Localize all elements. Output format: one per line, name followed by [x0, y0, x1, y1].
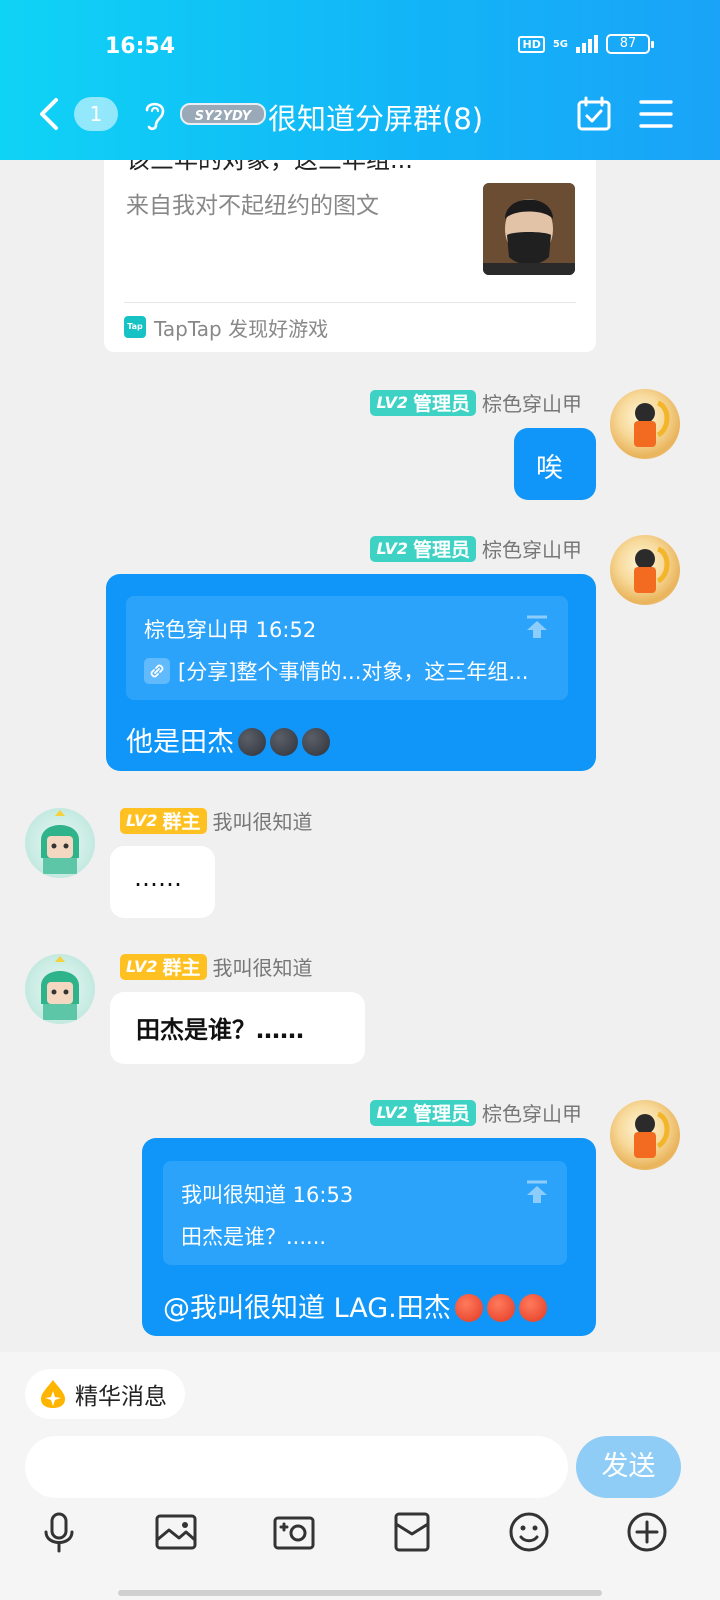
- menu-icon[interactable]: [638, 98, 674, 130]
- new-moon-face-emoji-icon: [238, 728, 266, 756]
- message-meta: LV2 管理员 棕色穿山甲: [370, 388, 582, 417]
- image-icon[interactable]: [154, 1510, 198, 1554]
- hd-icon: HD: [518, 35, 545, 53]
- home-indicator: [118, 1590, 602, 1596]
- send-button[interactable]: 发送: [576, 1436, 681, 1498]
- angry-face-emoji-icon: [518, 1294, 547, 1322]
- essence-label: 精华消息: [75, 1384, 167, 1410]
- message-text-wrap: 他是田杰: [126, 720, 330, 759]
- quote-text: [分享]整个事情的...对象，这三年组...: [178, 660, 529, 684]
- angry-face-emoji-icon: [454, 1294, 483, 1322]
- message-text: 唉: [536, 453, 563, 484]
- role-badge: LV2 群主: [120, 807, 207, 834]
- role-badge: LV2 群主: [120, 953, 207, 980]
- signal-icon: [576, 35, 598, 53]
- avatar[interactable]: [610, 535, 680, 605]
- network-type: 5G: [552, 38, 568, 50]
- battery-icon: 87: [606, 34, 654, 54]
- avatar[interactable]: [610, 389, 680, 459]
- sender-name[interactable]: 棕色穿山甲: [482, 534, 582, 563]
- message-bubble[interactable]: 唉: [514, 428, 596, 500]
- microphone-icon[interactable]: [37, 1510, 81, 1554]
- message-text: 他是田杰: [126, 727, 234, 758]
- quote-text: 田杰是谁？......: [181, 1225, 327, 1249]
- link-icon: [144, 658, 170, 684]
- role-badge: LV2 管理员: [370, 535, 476, 562]
- quote-header: 我叫很知道 16:53: [181, 1183, 354, 1207]
- back-icon[interactable]: [36, 96, 64, 132]
- role-badge: LV2 管理员: [370, 1099, 476, 1126]
- group-logo: SY2YDY: [180, 103, 266, 125]
- card-divider: [124, 302, 576, 303]
- status-time: 16:54: [105, 34, 176, 59]
- sender-name[interactable]: 我叫很知道: [213, 806, 313, 835]
- sender-name[interactable]: 我叫很知道: [213, 952, 313, 981]
- message-meta: LV2 管理员 棕色穿山甲: [370, 1098, 582, 1127]
- message-text: @我叫很知道 LAG.田杰: [163, 1293, 451, 1324]
- quoted-message[interactable]: 我叫很知道 16:53 田杰是谁？......: [163, 1161, 567, 1265]
- quote-body: 田杰是谁？......: [181, 1221, 326, 1251]
- sender-name[interactable]: 棕色穿山甲: [482, 388, 582, 417]
- taptap-icon: Tap: [124, 316, 146, 338]
- message-bubble[interactable]: 我叫很知道 16:53 田杰是谁？...... @我叫很知道 LAG.田杰: [142, 1138, 596, 1336]
- message-input[interactable]: [25, 1436, 568, 1498]
- camera-icon[interactable]: [272, 1510, 316, 1554]
- flame-icon: [41, 1380, 65, 1408]
- message-bubble[interactable]: ……: [110, 846, 215, 918]
- angry-face-emoji-icon: [486, 1294, 515, 1322]
- role-badge: LV2 管理员: [370, 389, 476, 416]
- emoji-icon[interactable]: [507, 1510, 551, 1554]
- sender-name[interactable]: 棕色穿山甲: [482, 1098, 582, 1127]
- quote-header: 棕色穿山甲 16:52: [144, 618, 317, 642]
- quote-body: [分享]整个事情的...对象，这三年组...: [144, 656, 528, 686]
- message-meta: LV2 群主 我叫很知道: [120, 952, 313, 981]
- calendar-check-icon[interactable]: [576, 96, 612, 132]
- chat-header: 16:54 HD 5G 87 1 SY2YDY 很知道分屏群(8): [0, 0, 720, 160]
- unread-count-badge[interactable]: 1: [74, 97, 118, 131]
- message-text-wrap: @我叫很知道 LAG.田杰: [163, 1286, 547, 1325]
- card-description: 来自我对不起纽约的图文: [126, 193, 379, 219]
- status-icons: HD 5G 87: [518, 34, 654, 54]
- jump-to-quote-icon[interactable]: [524, 1179, 550, 1205]
- message-meta: LV2 管理员 棕色穿山甲: [370, 534, 582, 563]
- avatar[interactable]: [25, 954, 95, 1024]
- quoted-message[interactable]: 棕色穿山甲 16:52 [分享]整个事情的...对象，这三年组...: [126, 596, 568, 700]
- avatar[interactable]: [25, 808, 95, 878]
- group-title[interactable]: 很知道分屏群(8): [268, 96, 483, 138]
- avatar[interactable]: [610, 1100, 680, 1170]
- message-text: ……: [134, 864, 182, 892]
- new-moon-face-emoji-icon: [270, 728, 298, 756]
- message-bubble[interactable]: 棕色穿山甲 16:52 [分享]整个事情的...对象，这三年组... 他是田杰: [106, 574, 596, 771]
- card-source: TapTap 发现好游戏: [154, 317, 329, 341]
- essence-messages-button[interactable]: 精华消息: [25, 1369, 185, 1419]
- card-thumbnail: [483, 183, 575, 275]
- svg-text:SY2YDY: SY2YDY: [195, 109, 253, 124]
- red-packet-icon[interactable]: [390, 1510, 434, 1554]
- plus-icon[interactable]: [625, 1510, 669, 1554]
- new-moon-face-emoji-icon: [302, 728, 330, 756]
- jump-to-quote-icon[interactable]: [524, 614, 550, 640]
- ear-icon[interactable]: [142, 98, 168, 132]
- message-text: 田杰是谁？……: [136, 1016, 304, 1044]
- message-meta: LV2 群主 我叫很知道: [120, 806, 313, 835]
- message-bubble[interactable]: 田杰是谁？……: [110, 992, 365, 1064]
